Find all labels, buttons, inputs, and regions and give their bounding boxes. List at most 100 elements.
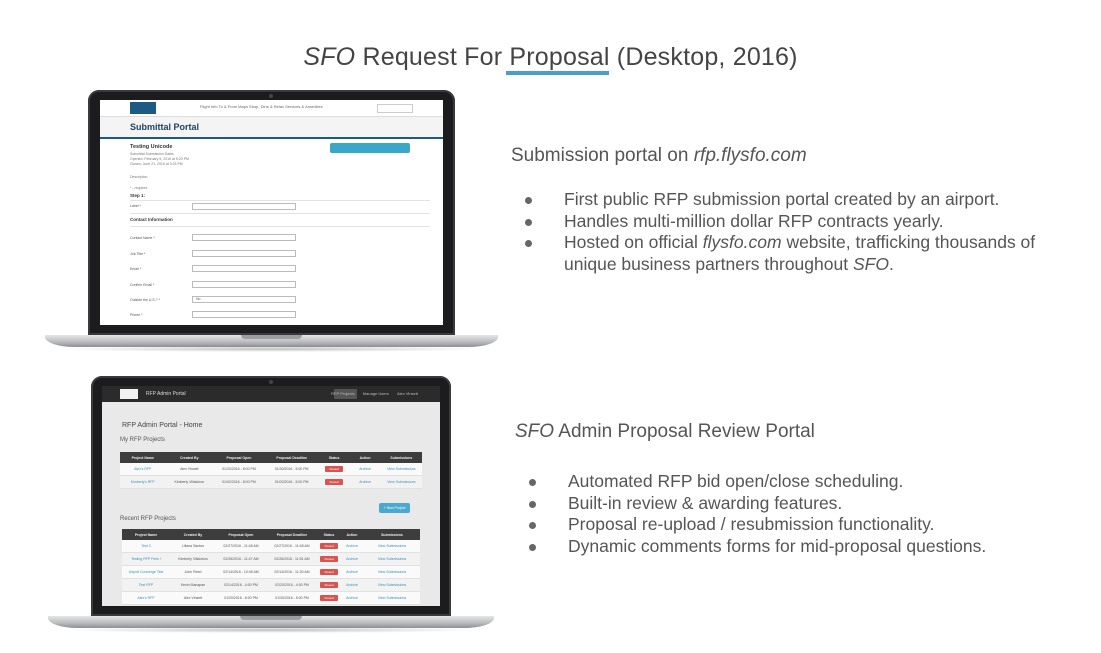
status-badge: Closed xyxy=(325,466,343,472)
column-header: Action xyxy=(340,529,364,540)
admin-navbar: RFP Admin Portal RFP Projects Manage Use… xyxy=(102,386,440,402)
created-by: Alex Vinsett xyxy=(165,463,214,476)
column-header: Proposal Deadline xyxy=(264,452,319,463)
status-cell: Closed xyxy=(318,463,350,476)
description-label: Description xyxy=(130,175,148,179)
countdown-badge xyxy=(330,143,410,153)
archive-link[interactable]: Archive xyxy=(340,540,364,553)
view-submissions-link[interactable]: View Submissions xyxy=(380,463,422,476)
created-by: Kimberly Villalobos xyxy=(165,475,214,489)
table-row: Kimberly's RFP Kimberly Villalobos 01/02/2… xyxy=(120,475,422,489)
archive-link[interactable]: Archive xyxy=(340,552,364,566)
bullet-text-italic2: SFO xyxy=(852,253,889,274)
job-title-field[interactable] xyxy=(192,250,296,257)
project-name-link[interactable]: Alex's RFP xyxy=(120,463,166,476)
project-name-link[interactable]: Kimberly's RFP xyxy=(120,475,166,489)
table-row: Test RFP Kevin Manapan 02/14/2016 - 4:00 P… xyxy=(122,578,420,592)
bullet-item: Proposal re-upload / resubmission functi… xyxy=(523,514,1063,536)
project-name-link[interactable]: Test RFP xyxy=(122,578,170,592)
email-field[interactable] xyxy=(192,265,296,272)
divider xyxy=(130,213,430,214)
contact-heading: Contact Information xyxy=(130,217,173,222)
project-name-link[interactable]: Test 3 xyxy=(122,540,170,553)
proposal-open: 02/14/2016 - 4:00 PM xyxy=(216,578,266,592)
proposal-deadline: 01/30/2016 - 5:00 PM xyxy=(266,591,318,605)
confirm-email-label: Confirm Email * xyxy=(130,283,155,287)
closes-date: Closes: June 21, 2016 at 3:23 PM xyxy=(130,162,183,166)
view-submissions-link[interactable]: View Submissions xyxy=(364,591,420,605)
view-submissions-link[interactable]: View Submissions xyxy=(364,540,420,553)
bullet-item: First public RFP submission portal creat… xyxy=(519,189,1059,211)
status-badge: Closed xyxy=(320,582,338,588)
camera-dot xyxy=(269,380,273,384)
archive-link[interactable]: Archive xyxy=(349,463,381,476)
bullet-text-pre: Hosted on official xyxy=(564,232,703,252)
archive-link[interactable]: Archive xyxy=(340,578,364,592)
base-notch xyxy=(240,616,302,620)
sfo-logo xyxy=(130,102,156,114)
status-cell: Closed xyxy=(318,591,340,605)
section2-heading-italic: SFO xyxy=(515,421,555,442)
table-row: Airport Concierge Test John Reed 02/14/201… xyxy=(122,565,420,579)
my-projects-heading: My RFP Projects xyxy=(120,437,165,443)
recent-projects-table: Project Name Created By Proposal Open Propo… xyxy=(122,529,420,605)
section1-heading-prefix: Submission portal on xyxy=(511,145,694,166)
created-by: Liliana Santos xyxy=(170,540,216,553)
label-select[interactable] xyxy=(192,203,296,210)
phone-field[interactable] xyxy=(192,311,296,318)
status-cell: Closed xyxy=(318,552,340,566)
proposal-open: 01/20/2016 - 8:00 PM xyxy=(213,463,265,476)
section1-heading-url: rfp.flysfo.com xyxy=(693,145,807,166)
sfo-logo xyxy=(120,389,138,399)
status-cell: Closed xyxy=(318,475,350,489)
admin-portal-screen: RFP Admin Portal RFP Projects Manage Use… xyxy=(102,386,440,606)
column-header: Project Name xyxy=(122,529,170,540)
section1-bullets: First public RFP submission portal creat… xyxy=(519,189,1059,275)
bullet-item: Hosted on official flysfo.com website, t… xyxy=(519,232,1059,275)
project-name-link[interactable]: Testing RFP Fees ! xyxy=(122,552,170,566)
email-label: Email * xyxy=(130,267,142,271)
view-submissions-link[interactable]: View Submissions xyxy=(364,578,420,592)
proposal-open: 02/26/2016 - 11:47 AM xyxy=(216,552,266,566)
admin-brand[interactable]: RFP Admin Portal xyxy=(146,391,186,397)
base-notch xyxy=(241,335,302,339)
camera-dot xyxy=(269,94,273,98)
section2-bullets: Automated RFP bid open/close scheduling.… xyxy=(523,471,1063,557)
column-header: Submissions xyxy=(380,452,422,463)
nav-user-menu[interactable]: Alex Vinsett xyxy=(397,391,418,396)
new-project-button[interactable]: + New Project xyxy=(379,503,410,513)
view-submissions-link[interactable]: View Submissions xyxy=(364,565,420,579)
divider xyxy=(130,200,430,201)
view-submissions-link[interactable]: View Submissions xyxy=(364,552,420,566)
column-header: Created By xyxy=(170,529,216,540)
project-name-link[interactable]: Alex's RFP xyxy=(122,591,170,605)
archive-link[interactable]: Archive xyxy=(340,591,364,605)
proposal-open: 02/27/2016 - 11:48 AM xyxy=(216,540,266,553)
archive-link[interactable]: Archive xyxy=(340,565,364,579)
archive-link[interactable]: Archive xyxy=(349,475,381,489)
project-name-link[interactable]: Airport Concierge Test xyxy=(122,565,170,579)
column-header: Proposal Open xyxy=(216,529,266,540)
column-header: Project Name xyxy=(120,452,166,463)
nav-rfp-projects[interactable]: RFP Projects xyxy=(331,391,355,396)
contact-name-field[interactable] xyxy=(192,234,296,241)
label-field-label: Label * xyxy=(130,204,141,208)
created-by: Kevin Manapan xyxy=(170,578,216,592)
column-header: Submissions xyxy=(364,529,420,540)
proposal-deadline: 02/26/2016 - 11:51 AM xyxy=(266,552,318,566)
divider xyxy=(130,226,430,227)
submission-portal-screen: Flight Info To & From Maps Shop, Dine & … xyxy=(100,100,443,325)
nav-manage-users[interactable]: Manage Users xyxy=(363,391,389,396)
bullet-text-post: . xyxy=(888,253,894,274)
section2-heading-rest: Admin Proposal Review Portal xyxy=(554,421,815,442)
search-input[interactable] xyxy=(377,104,413,113)
site-header: Flight Info To & From Maps Shop, Dine & … xyxy=(100,100,443,117)
slide-title-italic: SFO xyxy=(303,42,356,71)
proposal-deadline: 02/14/2016 - 11:30 AM xyxy=(266,565,318,579)
confirm-email-field[interactable] xyxy=(192,281,296,288)
view-submissions-link[interactable]: View Submissions xyxy=(380,475,422,489)
site-nav[interactable]: Flight Info To & From Maps Shop, Dine & … xyxy=(200,104,323,109)
outside-us-select[interactable]: No xyxy=(192,296,296,303)
status-badge: Closed xyxy=(320,543,338,549)
phone-label: Phone * xyxy=(130,313,143,317)
